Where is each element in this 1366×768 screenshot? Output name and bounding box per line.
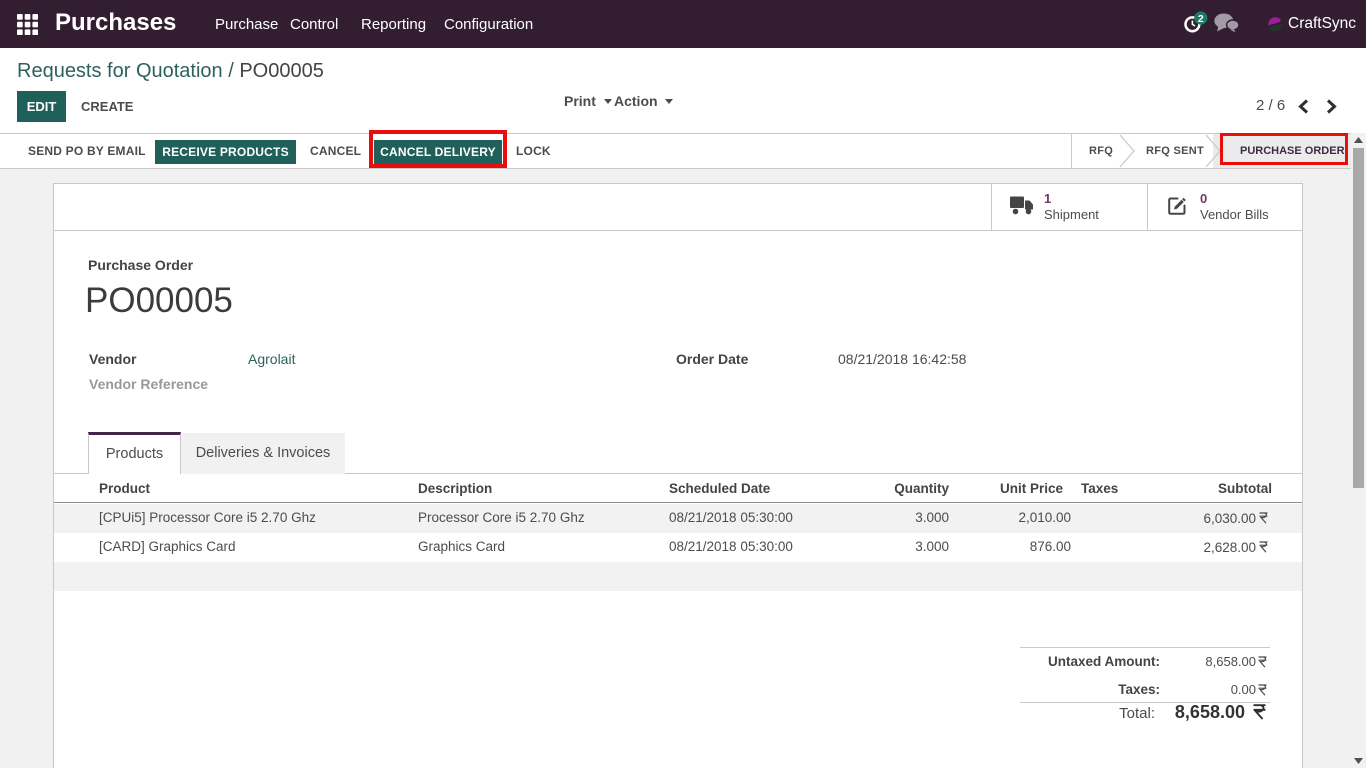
- svg-text:2: 2: [1198, 13, 1204, 25]
